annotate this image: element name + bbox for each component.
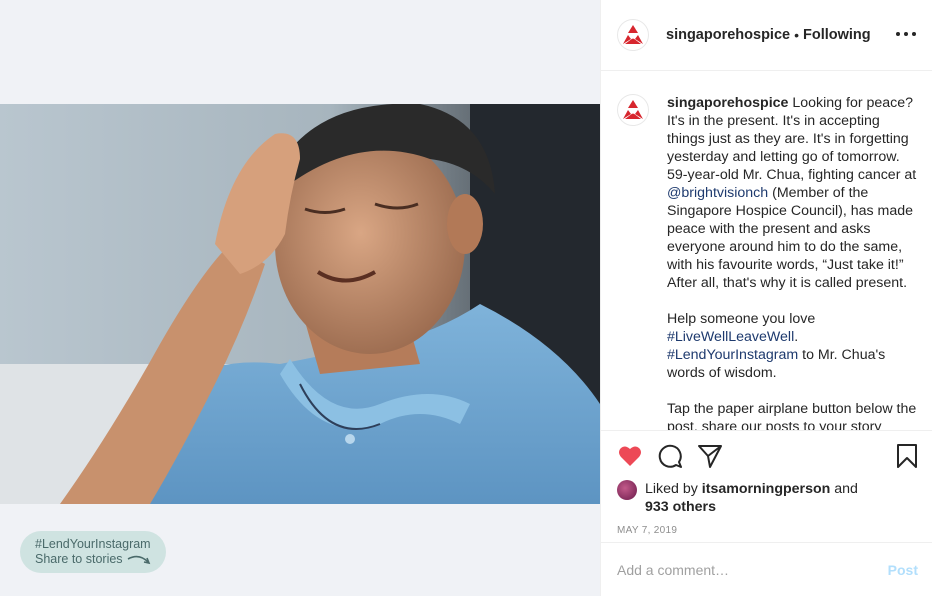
bookmark-icon[interactable] <box>894 443 920 469</box>
heart-icon[interactable] <box>617 443 643 469</box>
caption-para2-mid: . <box>794 329 799 345</box>
post-photo-illustration <box>0 104 600 504</box>
likes-summary: Liked by itsamorningperson and 933 others <box>617 480 920 516</box>
caption-scroll-area[interactable]: singaporehospice Looking for peace? It's… <box>601 72 932 430</box>
caption-para2-start: Help someone you love <box>667 311 816 327</box>
likes-joiner: and <box>830 481 858 497</box>
more-options-icon[interactable] <box>896 32 916 38</box>
paper-plane-icon[interactable] <box>697 443 723 469</box>
likes-text: Liked by itsamorningperson and 933 others <box>645 480 858 516</box>
liker-username[interactable]: itsamorningperson <box>702 481 831 497</box>
mention-link[interactable]: @brightvisionch <box>667 185 768 201</box>
comment-icon[interactable] <box>657 443 683 469</box>
likes-others-count[interactable]: 933 others <box>645 499 716 515</box>
caption-paragraph-3: Tap the paper airplane button below the … <box>667 401 917 430</box>
account-avatar[interactable] <box>617 19 649 51</box>
comment-bar: Post <box>601 542 932 596</box>
liker-avatar[interactable] <box>617 480 637 500</box>
post-photo[interactable] <box>0 104 600 504</box>
hashtag-link-livewellleavewell[interactable]: #LiveWellLeaveWell <box>667 329 794 345</box>
curved-arrow-icon <box>127 555 150 564</box>
header-separator: • <box>794 27 799 43</box>
post-side-panel: singaporehospice • Following singaporeho… <box>600 0 932 596</box>
caption-username[interactable]: singaporehospice <box>667 95 788 111</box>
action-icon-row <box>617 443 920 469</box>
post-comment-button[interactable]: Post <box>888 562 918 578</box>
share-pill-label: Share to stories <box>35 552 123 566</box>
caption-paragraph-2: Help someone you love #LiveWellLeaveWell… <box>667 310 920 382</box>
caption-avatar[interactable] <box>617 94 649 126</box>
follow-status[interactable]: Following <box>803 27 871 43</box>
singapore-hospice-logo-icon <box>623 100 643 119</box>
caption-paragraph-1: singaporehospice Looking for peace? It's… <box>667 94 920 292</box>
share-to-stories-pill[interactable]: #LendYourInstagram Share to stories <box>20 531 166 573</box>
post-header: singaporehospice • Following <box>601 0 932 71</box>
header-username[interactable]: singaporehospice <box>666 27 790 43</box>
post-actions: Liked by itsamorningperson and 933 others… <box>601 430 932 536</box>
singapore-hospice-logo-icon <box>623 25 643 44</box>
likes-prefix: Liked by <box>645 481 702 497</box>
share-pill-hashtag: #LendYourInstagram <box>35 537 151 551</box>
media-pane: #LendYourInstagram Share to stories <box>0 0 600 596</box>
hashtag-link-lendyourinstagram[interactable]: #LendYourInstagram <box>667 347 798 363</box>
share-pill-subtitle: Share to stories <box>35 552 166 567</box>
comment-input[interactable] <box>617 561 888 578</box>
post-date[interactable]: MAY 7, 2019 <box>617 525 920 536</box>
caption-text: singaporehospice Looking for peace? It's… <box>667 94 920 430</box>
